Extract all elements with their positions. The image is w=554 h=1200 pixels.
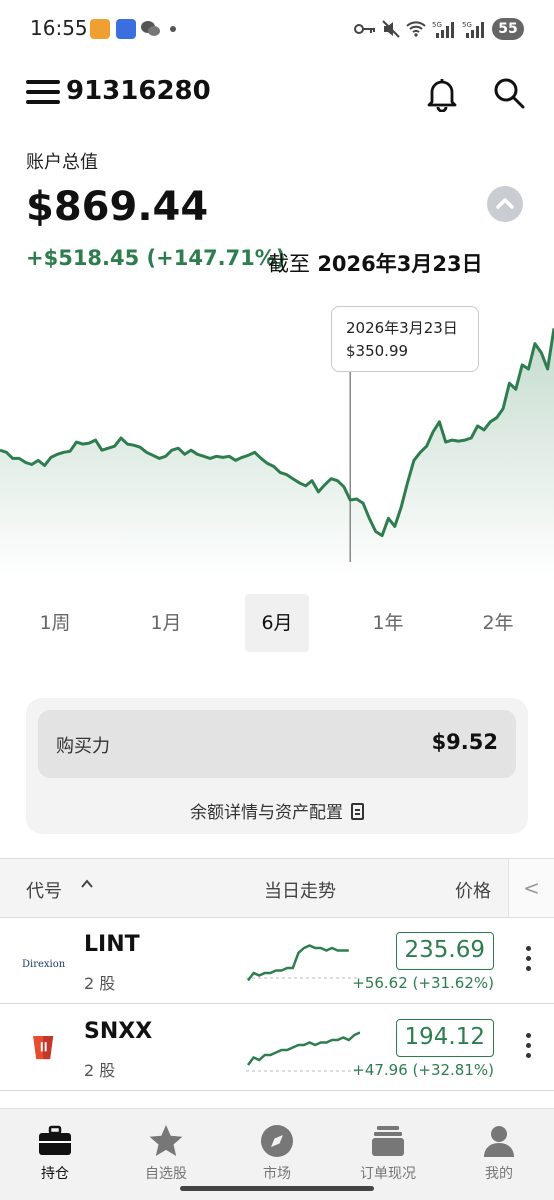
orders-stack-icon (372, 1126, 404, 1156)
search-icon[interactable] (492, 76, 526, 110)
price-value: 235.69 (395, 932, 494, 970)
buying-power-label: 购买力 (56, 736, 110, 757)
nav-watchlist-label: 自选股 (145, 1166, 187, 1182)
intraday-sparkline (246, 944, 358, 982)
signal-5g-icon-2: 5G (462, 21, 484, 38)
chevron-up-icon (496, 198, 514, 209)
scroll-columns-button[interactable]: < (508, 859, 554, 917)
range-selector: 1周 1月 6月 1年 2年 (0, 594, 554, 652)
total-value: $869.44 (26, 184, 209, 230)
mute-icon (382, 20, 400, 38)
nav-orders-label: 订单现况 (360, 1166, 416, 1182)
tooltip-value: $350.99 (346, 342, 409, 360)
battery-indicator: 55 (492, 18, 524, 40)
holdings-table-header: 代号 当日走势 价格 < (0, 858, 554, 918)
tooltip-date: 2026年3月23日 (346, 319, 458, 337)
range-1m[interactable]: 1月 (134, 594, 198, 652)
as-of-prefix: 截至 (268, 252, 310, 276)
collapse-button[interactable] (487, 186, 523, 222)
lint-logo-text: Direxion (22, 959, 66, 970)
total-value-label: 账户总值 (26, 152, 98, 173)
nav-market[interactable]: 市场 (232, 1123, 322, 1183)
more-options-icon[interactable] (526, 1033, 532, 1059)
nav-watchlist[interactable]: 自选股 (121, 1123, 211, 1183)
nav-orders[interactable]: 订单现况 (343, 1123, 433, 1183)
home-indicator (180, 1186, 374, 1191)
key-icon (354, 24, 375, 34)
account-number: 91316280 (66, 76, 211, 106)
col-symbol-header[interactable]: 代号 (26, 877, 62, 903)
buying-power-row[interactable]: 购买力 $9.52 (38, 710, 516, 778)
as-of-date: 截至 2026年3月23日 (268, 248, 483, 278)
range-1w[interactable]: 1周 (23, 594, 87, 652)
ticker: SNXX (84, 1019, 153, 1044)
briefcase-icon (39, 1125, 71, 1155)
signal-5g-label: 5G (432, 21, 442, 29)
app-notification-icon (90, 19, 110, 39)
price-change: +47.96 (+32.81%) (352, 1061, 494, 1079)
sparkline-path (246, 944, 349, 982)
signal-5g-icon: 5G (432, 21, 454, 38)
nav-holdings-label: 持仓 (41, 1166, 69, 1182)
range-2y[interactable]: 2年 (466, 594, 530, 652)
status-dot (170, 26, 176, 32)
bell-icon[interactable] (426, 76, 458, 112)
price-value: 194.12 (395, 1019, 494, 1057)
compass-icon (261, 1125, 293, 1157)
sparkline-path (246, 1031, 360, 1066)
system-icons: 5G 5G 55 (354, 18, 524, 40)
star-icon (149, 1125, 183, 1156)
signal-5g-label-2: 5G (462, 21, 472, 29)
nav-holdings[interactable]: 持仓 (10, 1123, 100, 1183)
balance-details-link[interactable]: 余额详情与资产配置 (26, 798, 528, 823)
more-options-icon[interactable] (526, 946, 532, 972)
as-of-date-value: 2026年3月23日 (317, 252, 483, 276)
person-icon (484, 1126, 514, 1157)
wifi-icon (406, 21, 426, 37)
document-icon (351, 803, 364, 820)
col-trend-header: 当日走势 (264, 881, 336, 902)
nav-market-label: 市场 (263, 1166, 291, 1182)
gain-value: +$518.45 (+147.71%) (26, 246, 286, 270)
nav-profile[interactable]: 我的 (454, 1123, 544, 1183)
price-change: +56.62 (+31.62%) (352, 974, 494, 992)
intraday-sparkline (246, 1031, 360, 1072)
buying-power-value: $9.52 (431, 730, 498, 754)
wechat-icon (141, 21, 160, 36)
nav-profile-label: 我的 (485, 1166, 513, 1182)
holding-row[interactable]: Direxion LINT 2 股 235.69 +56.62 (+31.62%… (0, 918, 554, 1004)
range-6m[interactable]: 6月 (245, 594, 309, 652)
snxx-logo (33, 1035, 54, 1060)
rocket-icon (116, 19, 136, 39)
chart-tooltip: 2026年3月23日 $350.99 (331, 306, 479, 372)
menu-icon[interactable] (26, 80, 60, 104)
share-count: 2 股 (84, 1061, 116, 1080)
buying-power-card: 购买力 $9.52 余额详情与资产配置 (26, 698, 528, 834)
status-time: 16:55 (30, 16, 88, 40)
ticker: LINT (84, 932, 140, 957)
balance-details-label: 余额详情与资产配置 (190, 803, 343, 823)
lint-logo: Direxion (22, 952, 76, 982)
holding-row[interactable]: SNXX 2 股 194.12 +47.96 (+32.81%) (0, 1005, 554, 1091)
share-count: 2 股 (84, 974, 116, 993)
status-bar: 16:55 5G 5G 55 (0, 0, 554, 56)
range-1y[interactable]: 1年 (356, 594, 420, 652)
col-price-header[interactable]: 价格 (455, 877, 491, 903)
sort-caret-up-icon[interactable] (80, 877, 94, 891)
